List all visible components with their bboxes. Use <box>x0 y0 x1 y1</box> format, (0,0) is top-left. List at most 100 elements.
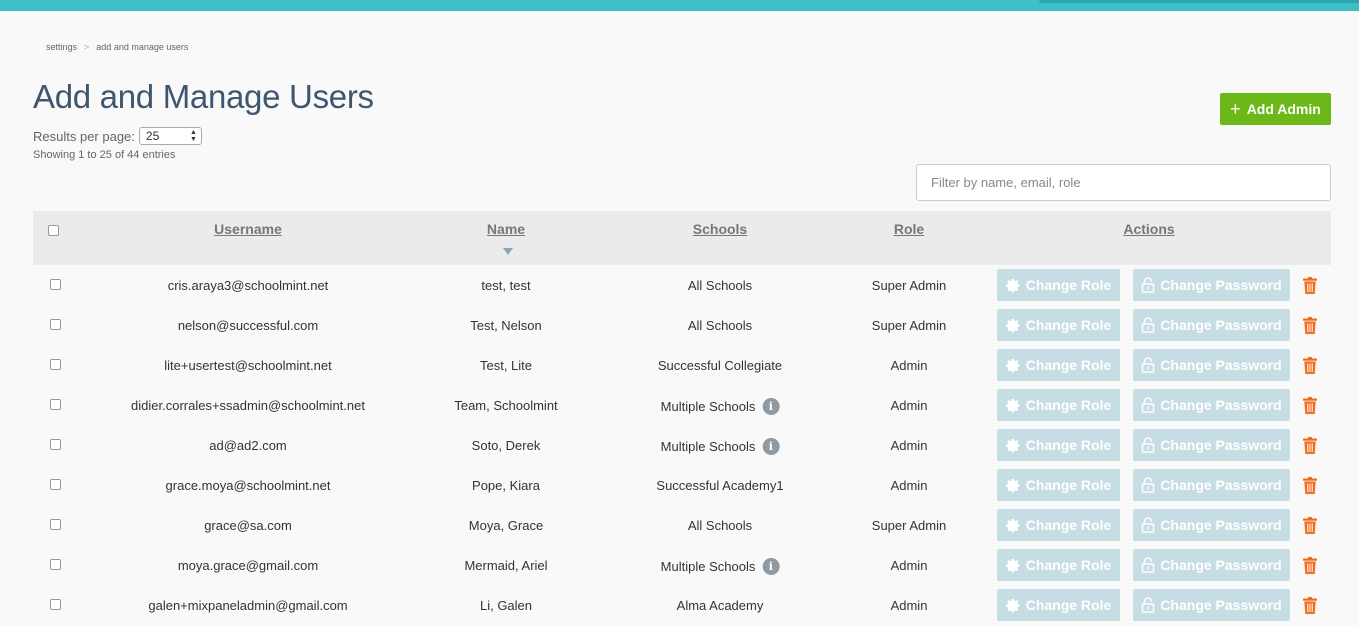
change-role-button[interactable]: Change Role <box>997 429 1120 461</box>
change-role-button[interactable]: Change Role <box>997 509 1120 541</box>
table-row: didier.corrales+ssadmin@schoolmint.net T… <box>33 385 1331 425</box>
change-password-button[interactable]: Change Password <box>1133 269 1290 301</box>
row-checkbox[interactable] <box>50 279 61 290</box>
breadcrumb: settings > add and manage users <box>46 42 188 52</box>
trash-icon[interactable] <box>1303 437 1317 454</box>
trash-icon[interactable] <box>1303 357 1317 374</box>
change-role-button[interactable]: Change Role <box>997 589 1120 621</box>
cell-username: nelson@successful.com <box>177 318 319 333</box>
change-role-label: Change Role <box>1025 397 1112 413</box>
trash-icon[interactable] <box>1303 277 1317 294</box>
select-all-checkbox[interactable] <box>48 225 59 236</box>
change-password-button[interactable]: Change Password <box>1133 309 1290 341</box>
change-password-button[interactable]: Change Password <box>1133 389 1290 421</box>
add-admin-label: Add Admin <box>1246 101 1321 117</box>
change-role-button[interactable]: Change Role <box>997 389 1120 421</box>
gear-icon <box>1005 358 1020 372</box>
row-checkbox[interactable] <box>50 319 61 330</box>
change-role-label: Change Role <box>1025 557 1112 573</box>
schools-text: Multiple Schools <box>660 439 756 454</box>
row-checkbox[interactable] <box>50 519 61 530</box>
trash-icon[interactable] <box>1303 517 1317 534</box>
change-password-label: Change Password <box>1160 557 1282 573</box>
plus-icon: + <box>1230 99 1241 119</box>
info-icon[interactable]: i <box>762 398 780 415</box>
row-checkbox[interactable] <box>50 559 61 570</box>
row-checkbox[interactable] <box>50 599 61 610</box>
breadcrumb-separator: > <box>84 42 90 52</box>
table-row: moya.grace@gmail.com Mermaid, Ariel Mult… <box>33 545 1331 585</box>
lock-icon <box>1142 477 1155 493</box>
cell-username: ad@ad2.com <box>209 438 287 453</box>
column-role[interactable]: Role <box>894 221 924 237</box>
row-checkbox[interactable] <box>50 479 61 490</box>
schools-text: All Schools <box>687 518 753 533</box>
breadcrumb-settings-link[interactable]: settings <box>46 42 77 52</box>
change-password-button[interactable]: Change Password <box>1133 509 1290 541</box>
cell-name: Moya, Grace <box>468 518 544 533</box>
gear-icon <box>1005 558 1020 572</box>
change-role-label: Change Role <box>1025 277 1112 293</box>
row-checkbox[interactable] <box>50 359 61 370</box>
cell-username: moya.grace@gmail.com <box>177 558 319 573</box>
cell-name: Soto, Derek <box>471 438 541 453</box>
cell-name: Team, Schoolmint <box>454 398 558 413</box>
cell-role: Admin <box>890 398 928 413</box>
table-row: lite+usertest@schoolmint.net Test, Lite … <box>33 345 1331 385</box>
row-checkbox[interactable] <box>50 439 61 450</box>
change-role-label: Change Role <box>1025 437 1112 453</box>
cell-name: Test, Nelson <box>470 318 542 333</box>
change-password-label: Change Password <box>1160 357 1282 373</box>
cell-username: grace.moya@schoolmint.net <box>165 478 331 493</box>
breadcrumb-current: add and manage users <box>96 42 189 52</box>
cell-schools: All Schools <box>688 318 752 333</box>
cell-role: Admin <box>890 558 928 573</box>
table-header: Username Name Schools Role Actions <box>33 211 1331 265</box>
trash-icon[interactable] <box>1303 317 1317 334</box>
sort-desc-icon <box>503 248 513 255</box>
change-role-button[interactable]: Change Role <box>997 349 1120 381</box>
column-schools[interactable]: Schools <box>693 221 747 237</box>
change-role-button[interactable]: Change Role <box>997 269 1120 301</box>
cell-username: grace@sa.com <box>204 518 292 533</box>
change-password-label: Change Password <box>1160 317 1282 333</box>
cell-role: Super Admin <box>871 318 947 333</box>
change-password-button[interactable]: Change Password <box>1133 469 1290 501</box>
change-role-button[interactable]: Change Role <box>997 309 1120 341</box>
change-password-button[interactable]: Change Password <box>1133 549 1290 581</box>
results-per-page-label: Results per page: <box>33 128 135 144</box>
schools-text: All Schools <box>687 278 753 293</box>
trash-icon[interactable] <box>1303 477 1317 494</box>
table-row: galen+mixpaneladmin@gmail.com Li, Galen … <box>33 585 1331 625</box>
change-role-button[interactable]: Change Role <box>997 469 1120 501</box>
change-role-button[interactable]: Change Role <box>997 549 1120 581</box>
gear-icon <box>1005 598 1020 612</box>
results-per-page-select[interactable]: 25 ▲ ▼ <box>138 127 202 145</box>
info-icon[interactable]: i <box>762 438 780 455</box>
lock-icon <box>1142 517 1155 533</box>
change-role-label: Change Role <box>1025 517 1112 533</box>
cell-schools: Multiple Schools i <box>661 398 780 415</box>
change-password-button[interactable]: Change Password <box>1133 589 1290 621</box>
filter-input[interactable] <box>916 164 1331 201</box>
column-username[interactable]: Username <box>214 221 282 237</box>
column-name[interactable]: Name <box>487 221 525 237</box>
entries-count: Showing 1 to 25 of 44 entries <box>33 149 176 161</box>
trash-icon[interactable] <box>1303 597 1317 614</box>
table-row: grace.moya@schoolmint.net Pope, Kiara Su… <box>33 465 1331 505</box>
gear-icon <box>1005 438 1020 452</box>
cell-name: Test, Lite <box>479 358 533 373</box>
change-password-label: Change Password <box>1160 437 1282 453</box>
column-actions: Actions <box>1123 221 1175 237</box>
add-admin-button[interactable]: + Add Admin <box>1220 93 1331 125</box>
cell-username: cris.araya3@schoolmint.net <box>167 278 329 293</box>
trash-icon[interactable] <box>1303 397 1317 414</box>
row-checkbox[interactable] <box>50 399 61 410</box>
change-password-button[interactable]: Change Password <box>1133 429 1290 461</box>
table-body: cris.araya3@schoolmint.net test, test Al… <box>33 265 1331 625</box>
cell-schools: Multiple Schools i <box>661 558 780 575</box>
cell-role: Super Admin <box>871 278 947 293</box>
info-icon[interactable]: i <box>762 558 780 575</box>
trash-icon[interactable] <box>1303 557 1317 574</box>
change-password-button[interactable]: Change Password <box>1133 349 1290 381</box>
